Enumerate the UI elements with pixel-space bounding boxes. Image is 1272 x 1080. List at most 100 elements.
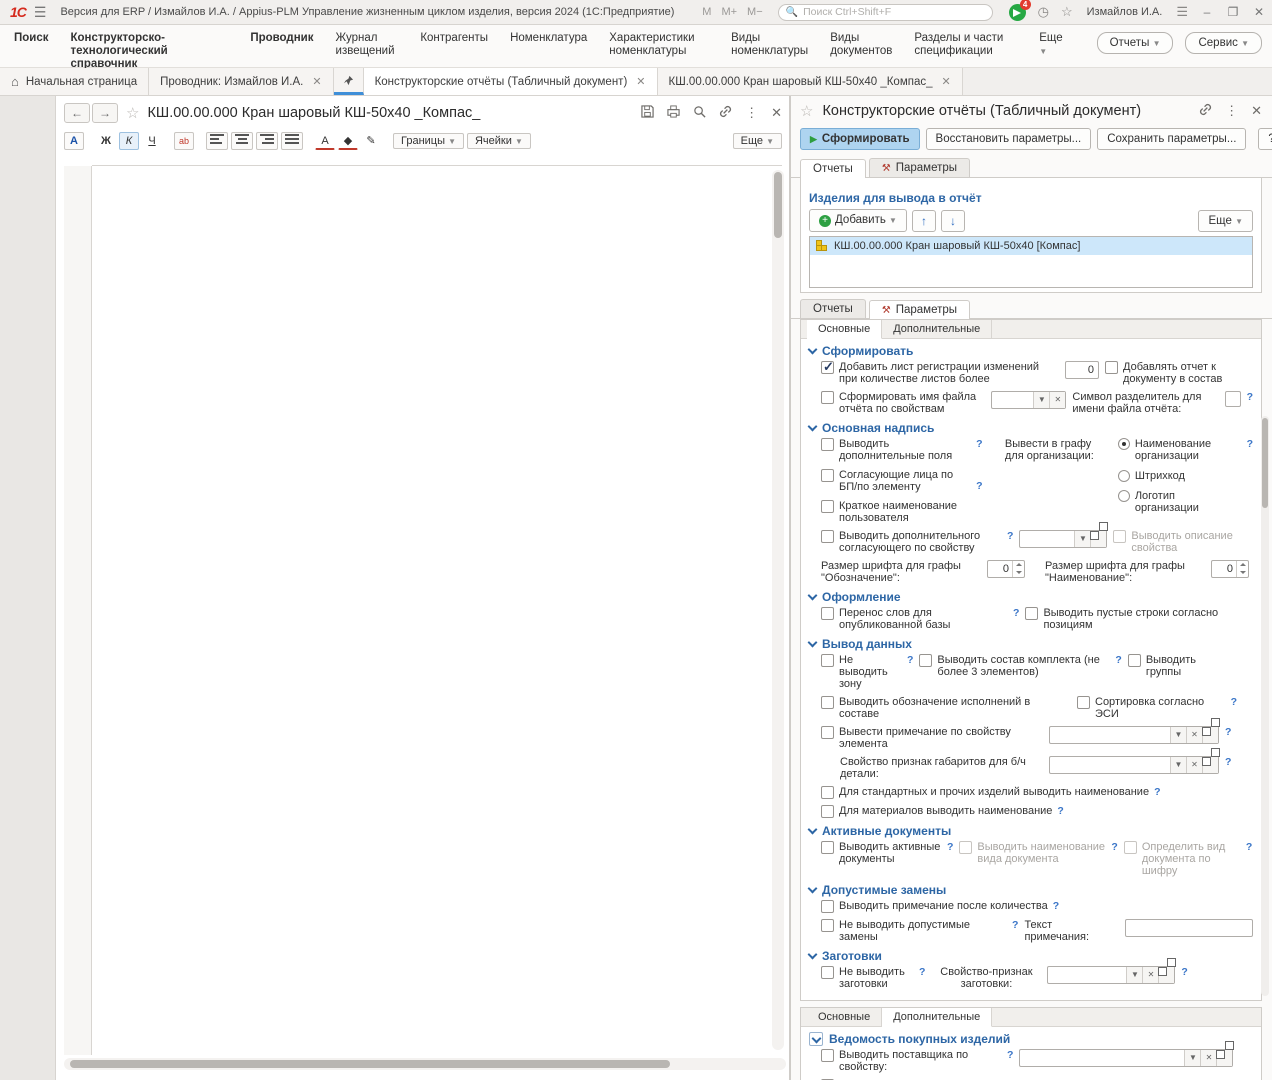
checkbox-active-documents[interactable]: Выводить активные документы xyxy=(821,841,941,865)
italic-button[interactable]: К xyxy=(119,132,139,150)
font-button[interactable]: A xyxy=(64,132,84,150)
help-icon[interactable]: ? xyxy=(1115,654,1121,666)
radio-barcode[interactable]: Штрихкод xyxy=(1117,470,1241,482)
menu-item-8[interactable]: Виды номенклатуры xyxy=(731,32,808,58)
checkbox-kit-contents[interactable]: Выводить состав комплекта (не более 3 эл… xyxy=(919,654,1109,678)
checkbox-no-zone[interactable]: Не выводить зону xyxy=(821,654,901,690)
menu-item-1[interactable]: Поиск xyxy=(14,32,49,45)
pin-tab-icon[interactable] xyxy=(333,68,364,95)
tab-reports-2[interactable]: Отчеты xyxy=(800,299,866,318)
checkbox-extra-fields[interactable]: Выводить дополнительные поля xyxy=(821,438,970,462)
help-button[interactable]: ? xyxy=(1258,128,1272,150)
subtab-extra-2[interactable]: Дополнительные xyxy=(882,1008,993,1027)
help-icon[interactable]: ? xyxy=(919,966,925,978)
help-icon[interactable]: ? xyxy=(976,480,999,492)
section-allowed-replacements[interactable]: Допустимые замены xyxy=(807,883,1253,897)
supplier-prop-combo[interactable]: ▼ ✕ xyxy=(1019,1049,1234,1067)
filename-prop-combo[interactable]: ▼ ✕ xyxy=(991,391,1067,409)
tab-params-2[interactable]: ⚒ Параметры xyxy=(868,300,971,319)
row-headers[interactable] xyxy=(64,166,92,1055)
align-left-button[interactable] xyxy=(206,132,228,150)
close-tab-icon[interactable]: ✕ xyxy=(636,75,645,88)
font-color-button[interactable]: А xyxy=(315,132,335,150)
panel-scrollbar[interactable] xyxy=(1261,416,1269,996)
checkbox-output-groups[interactable]: Выводить группы xyxy=(1127,654,1206,678)
help-icon[interactable]: ? xyxy=(1225,726,1231,738)
close-button[interactable]: ✕ xyxy=(1246,5,1272,19)
menu-item-4[interactable]: Журнал извещений xyxy=(336,32,399,58)
dropdown-icon[interactable]: ▼ xyxy=(1170,757,1186,773)
checkbox-approvers-bp[interactable]: Согласующие лица по БП/по элементу xyxy=(821,469,970,493)
separator-char-input[interactable] xyxy=(1225,391,1241,407)
checkbox-short-user-name[interactable]: Краткое наименование пользователя xyxy=(821,500,970,524)
section-blanks[interactable]: Заготовки xyxy=(807,949,1253,963)
checkbox-standard-names[interactable]: Для стандартных и прочих изделий выводит… xyxy=(821,786,1160,799)
preview-icon[interactable] xyxy=(693,105,706,121)
panel-splitter[interactable] xyxy=(790,96,791,1080)
open-icon[interactable] xyxy=(1202,727,1218,743)
get-link-icon[interactable] xyxy=(1199,103,1212,119)
open-icon[interactable] xyxy=(1158,967,1175,983)
menu-item-3[interactable]: Проводник xyxy=(250,32,313,45)
spreadsheet-area[interactable] xyxy=(92,166,782,1055)
column-headers[interactable] xyxy=(92,152,782,166)
help-icon[interactable]: ? xyxy=(947,841,953,853)
minimize-button[interactable]: – xyxy=(1194,5,1220,19)
global-search-input[interactable]: 🔍 Поиск Ctrl+Shift+F xyxy=(777,3,993,21)
checkbox-doc-by-code[interactable]: Определить вид документа по шифру xyxy=(1123,841,1240,877)
note-text-input[interactable] xyxy=(1124,919,1253,937)
open-icon[interactable] xyxy=(1216,1050,1233,1066)
vertical-scrollbar[interactable] xyxy=(772,170,784,1050)
help-icon[interactable]: ? xyxy=(1246,841,1252,853)
checkbox-additional-approver[interactable]: Выводить дополнительного согласующего по… xyxy=(821,530,1001,554)
add-product-button[interactable]: + Добавить ▼ xyxy=(809,209,907,232)
dropdown-icon[interactable]: ▼ xyxy=(1033,392,1050,408)
service-menu-button[interactable]: Сервис ▼ xyxy=(1185,32,1262,54)
underline-button[interactable]: Ч xyxy=(142,132,162,150)
favorite-star-icon[interactable]: ☆ xyxy=(800,102,813,120)
restore-params-button[interactable]: Восстановить параметры... xyxy=(925,128,1092,150)
tab-reports[interactable]: Отчеты xyxy=(800,159,866,178)
products-list[interactable]: КШ.00.00.000 Кран шаровый КШ-50x40 [Комп… xyxy=(809,236,1253,288)
help-icon[interactable]: ? xyxy=(1247,391,1253,403)
generate-button[interactable]: ▶ Сформировать xyxy=(800,128,920,150)
more-button[interactable]: Еще ▼ xyxy=(1198,209,1253,232)
clear-icon[interactable]: ✕ xyxy=(1186,757,1202,773)
checkbox-property-description[interactable]: Выводить описание свойства xyxy=(1113,530,1233,554)
print-icon[interactable] xyxy=(667,105,680,121)
dropdown-icon[interactable]: ▼ xyxy=(1184,1050,1201,1066)
favorite-star-icon[interactable]: ☆ xyxy=(126,104,139,122)
borders-button[interactable]: Границы ▼ xyxy=(393,133,464,149)
checkbox-no-replacements[interactable]: Не выводить допустимые замены? xyxy=(821,919,1018,943)
get-link-icon[interactable] xyxy=(719,105,732,121)
checkbox-attach-report[interactable]: Добавлять отчет к документу в состав xyxy=(1105,361,1245,385)
radio-org-logo[interactable]: Логотип организации xyxy=(1117,490,1241,514)
radio-org-name[interactable]: Наименование организации xyxy=(1117,438,1241,462)
restore-button[interactable]: ❐ xyxy=(1220,5,1246,19)
checkbox-filename-by-props[interactable]: Сформировать имя файла отчёта по свойств… xyxy=(821,391,985,415)
approver-prop-combo[interactable]: ▼ xyxy=(1019,530,1108,548)
tab-2[interactable]: Проводник: Измайлов И.А. ✕ xyxy=(149,68,334,95)
checkbox-sort-esi[interactable]: Сортировка согласно ЭСИ? xyxy=(1077,696,1237,720)
note-prop-combo[interactable]: ▼ ✕ xyxy=(1049,726,1219,744)
dropdown-icon[interactable]: ▼ xyxy=(1170,727,1186,743)
align-right-button[interactable] xyxy=(256,132,278,150)
align-center-button[interactable] xyxy=(231,132,253,150)
reports-menu-button[interactable]: Отчеты ▼ xyxy=(1096,32,1174,54)
checkbox-note-by-property[interactable]: Вывести примечание по свойству элемента xyxy=(821,726,1043,750)
menu-item-10[interactable]: Разделы и части спецификации xyxy=(914,32,1017,58)
close-panel-icon[interactable]: ✕ xyxy=(1251,103,1262,119)
section-generate[interactable]: Сформировать xyxy=(807,344,1253,358)
open-icon[interactable] xyxy=(1202,757,1218,773)
clear-icon[interactable]: ✕ xyxy=(1200,1050,1217,1066)
move-down-button[interactable]: ↓ xyxy=(940,209,965,232)
tab-1[interactable]: ⌂ Начальная страница xyxy=(0,68,150,95)
more-icon[interactable]: ⋮ xyxy=(1225,103,1238,119)
move-up-button[interactable]: ↑ xyxy=(911,209,936,232)
checkbox-supplier-by-property[interactable]: Выводить поставщика по свойству: xyxy=(821,1049,1001,1073)
font-size-designation-stepper[interactable]: 0 xyxy=(987,560,1025,578)
subtab-main-2[interactable]: Основные xyxy=(807,1008,883,1026)
clear-icon[interactable]: ✕ xyxy=(1049,392,1066,408)
favorites-star-icon[interactable]: ☆ xyxy=(1061,4,1073,20)
help-icon[interactable]: ? xyxy=(1181,966,1187,978)
